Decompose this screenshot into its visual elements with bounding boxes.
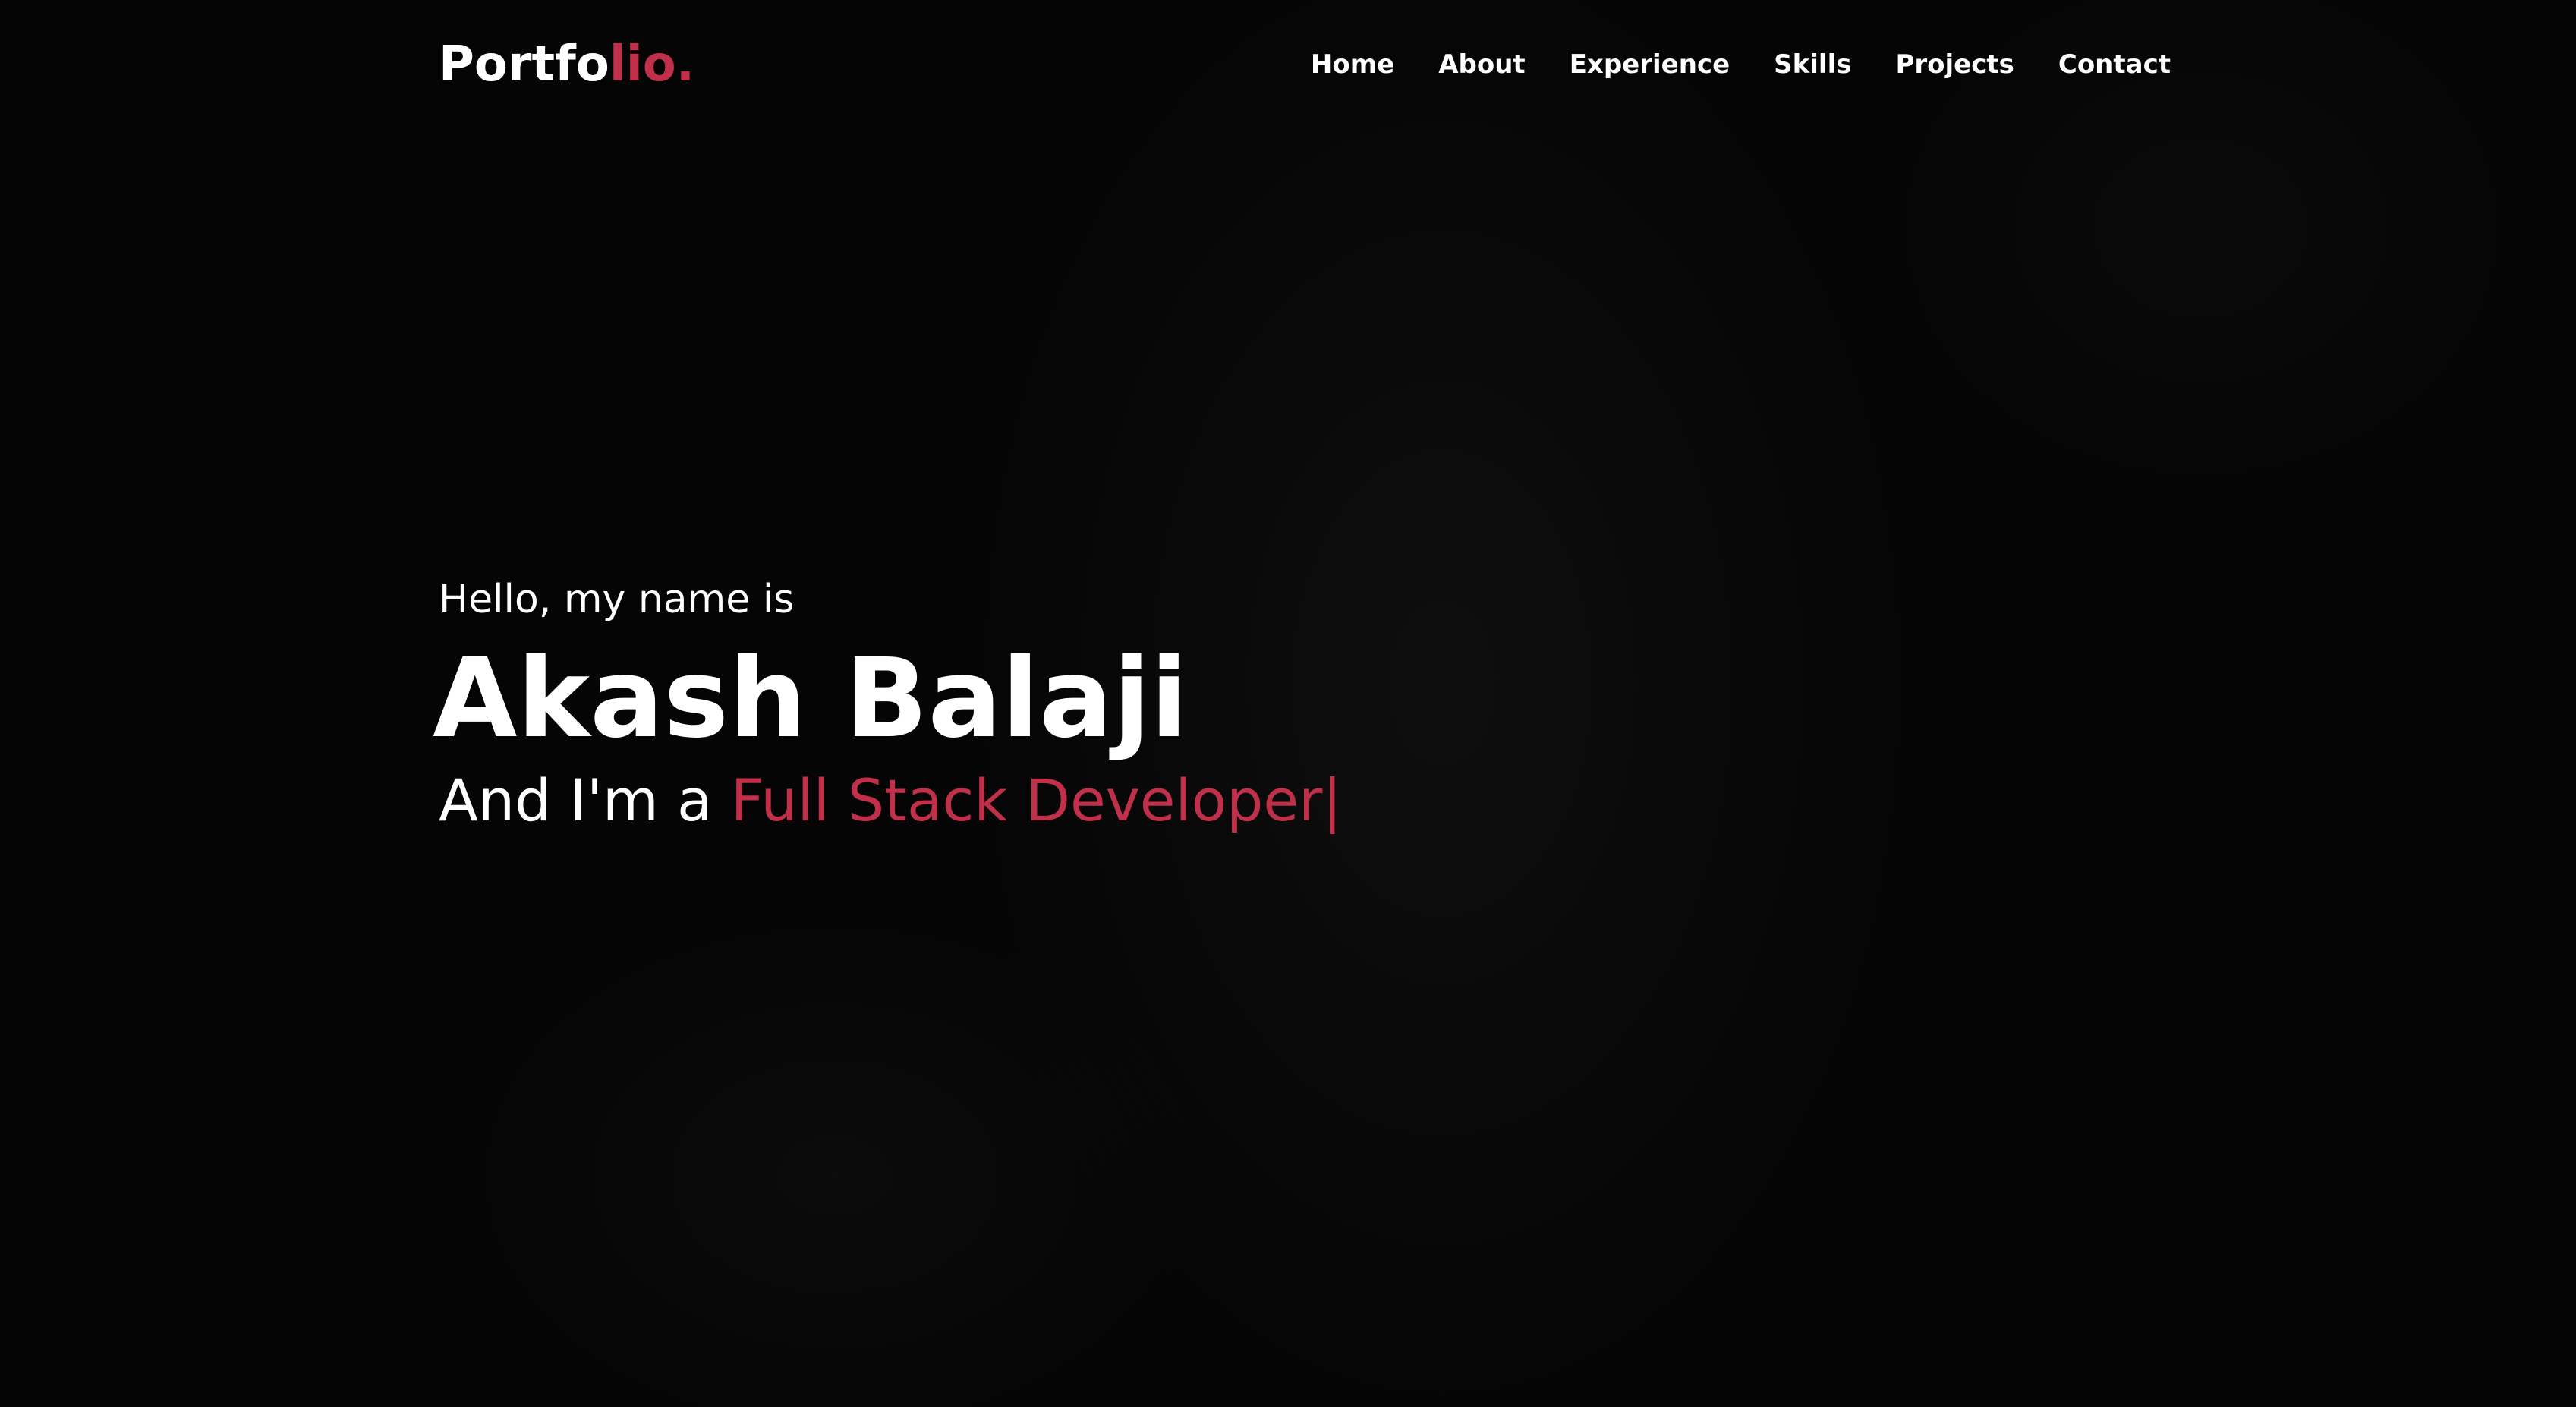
logo-accent: lio. [609, 36, 694, 93]
logo[interactable]: Portfolio. [439, 36, 694, 93]
nav-link-experience[interactable]: Experience [1570, 49, 1730, 80]
hero-role: Full Stack Developer [730, 766, 1323, 834]
navbar: Portfolio. Home About Experience Skills … [439, 0, 2171, 129]
nav-link-contact[interactable]: Contact [2058, 49, 2171, 80]
nav-link-about[interactable]: About [1438, 49, 1525, 80]
hero-role-line: And I'm a Full Stack Developer| [439, 759, 1342, 842]
hero-role-prefix: And I'm a [439, 766, 731, 834]
hero-greeting: Hello, my name is [439, 577, 795, 622]
nav-menu: Home About Experience Skills Projects Co… [1311, 49, 2171, 80]
nav-link-skills[interactable]: Skills [1774, 49, 1851, 80]
nav-link-projects[interactable]: Projects [1895, 49, 2014, 80]
page: Portfolio. Home About Experience Skills … [0, 0, 2576, 1407]
hero-name: Akash Balaji [433, 634, 1188, 762]
nav-link-home[interactable]: Home [1311, 49, 1394, 80]
logo-main: Portfo [439, 36, 609, 93]
hero-section: Hello, my name is Akash Balaji And I'm a… [433, 562, 1342, 842]
typing-cursor: | [1322, 766, 1342, 834]
